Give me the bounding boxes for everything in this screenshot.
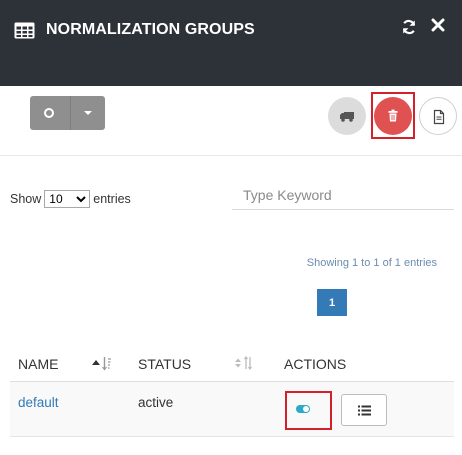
split-button-main[interactable] xyxy=(30,96,71,130)
circle-icon xyxy=(44,108,54,118)
column-header-name[interactable]: NAME xyxy=(18,356,58,372)
toolbar xyxy=(0,86,462,156)
delete-button[interactable] xyxy=(374,97,412,135)
truck-button[interactable] xyxy=(328,97,366,135)
table-header: NAME STATUS ACTIONS xyxy=(10,344,454,382)
panel-header: NORMALIZATION GROUPS xyxy=(0,0,462,86)
split-dropdown-button[interactable] xyxy=(30,96,105,130)
page-button-current[interactable]: 1 xyxy=(317,289,347,316)
column-header-status[interactable]: STATUS xyxy=(138,356,191,372)
document-icon xyxy=(433,109,445,125)
row-status: active xyxy=(138,395,174,410)
truck-icon xyxy=(340,112,354,122)
table-row: default active xyxy=(10,382,454,437)
entries-select[interactable]: 10 xyxy=(44,190,91,208)
search-input[interactable] xyxy=(232,180,454,210)
refresh-icon[interactable] xyxy=(401,19,417,35)
entries-label: entries xyxy=(93,192,131,206)
list-details-button[interactable] xyxy=(341,394,387,426)
row-name-link[interactable]: default xyxy=(18,395,59,410)
trash-icon xyxy=(388,109,398,122)
sort-ascending-icon[interactable] xyxy=(90,355,112,371)
document-button[interactable] xyxy=(419,97,457,135)
entries-length-control: Show 10 entries xyxy=(10,190,131,208)
toggle-on-icon[interactable] xyxy=(296,405,310,413)
chevron-down-icon[interactable] xyxy=(71,96,105,130)
show-label: Show xyxy=(10,192,42,206)
sort-both-icon[interactable] xyxy=(233,355,255,371)
close-icon[interactable] xyxy=(431,18,445,32)
list-icon xyxy=(358,405,371,416)
column-header-actions: ACTIONS xyxy=(284,356,347,372)
panel-title: NORMALIZATION GROUPS xyxy=(46,21,255,38)
grid-icon xyxy=(14,22,35,39)
table-info: Showing 1 to 1 of 1 entries xyxy=(306,257,437,269)
